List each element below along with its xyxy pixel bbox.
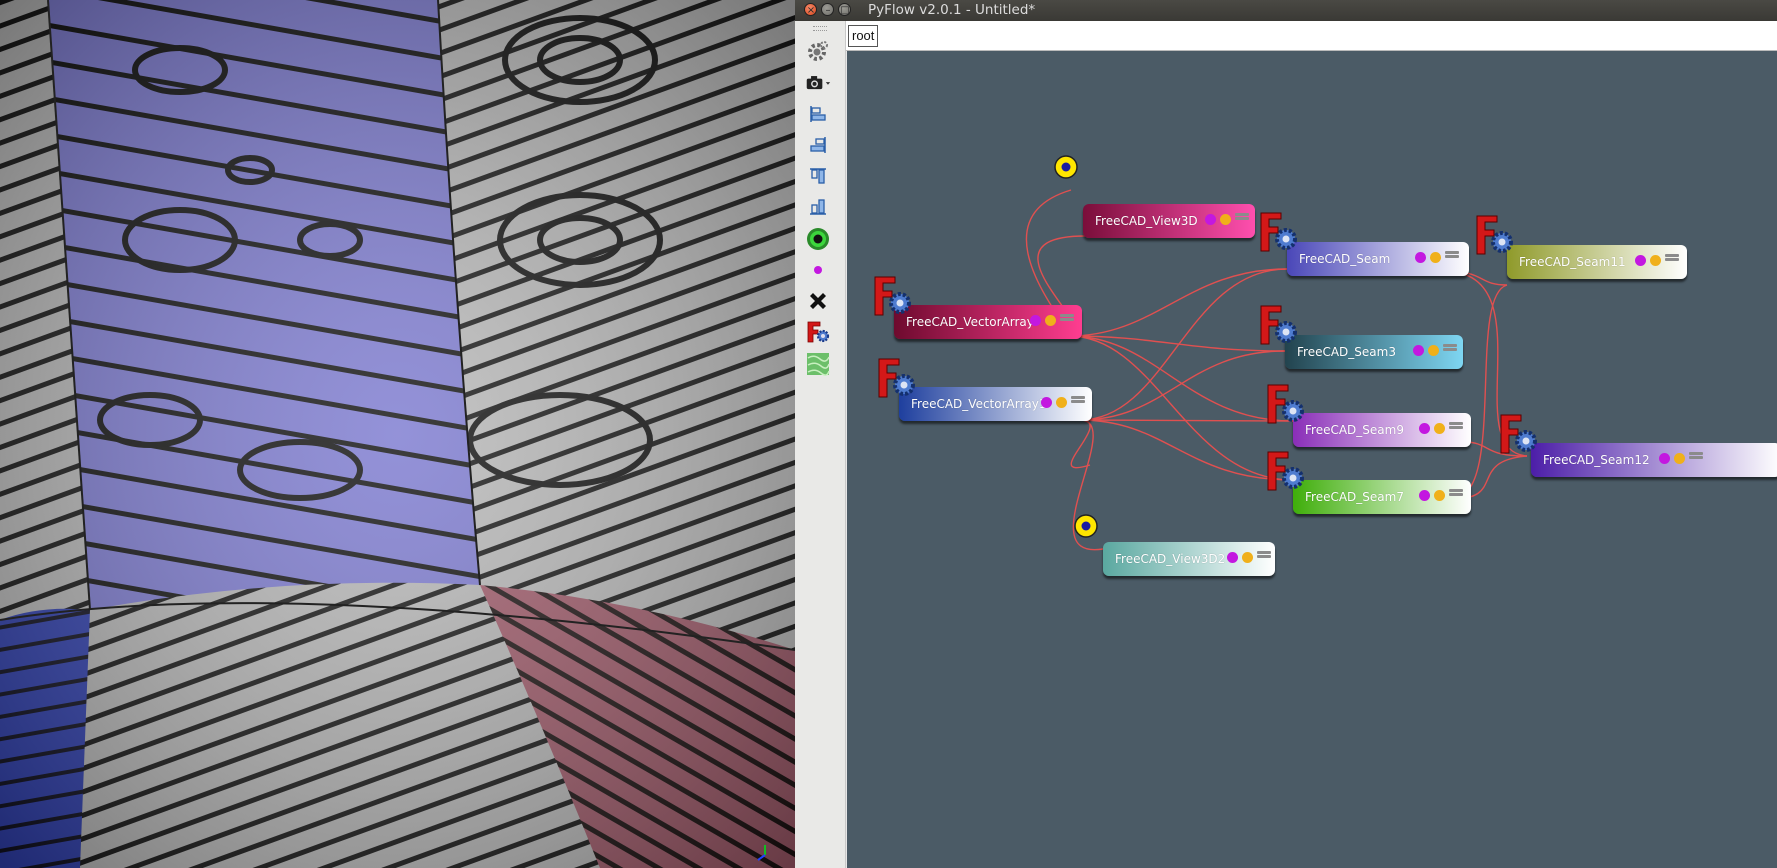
maximize-button[interactable]: □ [838,3,851,16]
node-pins [1205,211,1253,227]
pin-yellow-icon[interactable] [1650,255,1661,266]
pin-yellow-icon[interactable] [1434,423,1445,434]
node-freecad-view3d[interactable]: FreeCAD_View3D [1083,204,1255,238]
pin-purple-icon[interactable] [1413,345,1424,356]
node-pins [1227,549,1275,565]
pin-yellow-icon[interactable] [1428,345,1439,356]
purple-dot-icon[interactable] [805,257,831,283]
green-eye-icon[interactable] [805,226,831,252]
reroute-point[interactable] [1074,514,1098,538]
pin-stack-icon [1443,344,1457,355]
pin-stack-icon [1060,314,1074,325]
node-pins [1419,487,1467,503]
node-title: FreeCAD_View3D2 [1115,552,1226,566]
close-button[interactable]: × [804,3,817,16]
node-pins [1413,342,1461,358]
window-title: PyFlow v2.0.1 - Untitled* [868,2,1036,18]
node-pins [1415,249,1463,265]
pin-stack-icon [1257,551,1271,562]
pin-yellow-icon[interactable] [1430,252,1441,263]
node-title: FreeCAD_Seam3 [1297,345,1396,359]
node-title: FreeCAD_VectorArray [906,315,1034,329]
maximize-icon: □ [840,5,850,16]
node-freecad-vectorarray1[interactable]: FreeCAD_VectorArray1 [899,387,1092,421]
toolbar-grip[interactable] [813,26,827,31]
pin-purple-icon[interactable] [1030,315,1041,326]
pin-purple-icon[interactable] [1419,490,1430,501]
node-freecad-seam11[interactable]: FreeCAD_Seam11 [1507,245,1687,279]
reroute-point[interactable] [1054,155,1078,179]
node-title: FreeCAD_Seam12 [1543,453,1650,467]
pin-stack-icon [1449,422,1463,433]
pin-purple-icon[interactable] [1419,423,1430,434]
node-freecad-seam9[interactable]: FreeCAD_Seam9 [1293,413,1471,447]
window-titlebar: × – □ PyFlow v2.0.1 - Untitled* [795,0,1777,21]
black-cross-icon[interactable] [805,288,831,314]
pin-stack-icon [1665,254,1679,265]
pyflow-window: × – □ PyFlow v2.0.1 - Untitled* root Fre… [795,0,1777,868]
minimize-button[interactable]: – [821,3,834,16]
node-pins [1419,420,1467,436]
align-top-icon[interactable] [805,163,831,189]
node-title: FreeCAD_Seam11 [1519,255,1626,269]
node-graph-canvas[interactable]: FreeCAD_View3D FreeCAD_Seam FreeCAD_Seam… [847,51,1777,868]
node-pins [1659,450,1707,466]
freecad-node-icon [1266,450,1310,494]
pin-purple-icon[interactable] [1635,255,1646,266]
pin-purple-icon[interactable] [1205,214,1216,225]
freecad-node-icon [1499,413,1543,457]
close-icon: × [806,5,816,16]
align-left-icon[interactable] [805,101,831,127]
node-pins [1635,252,1683,268]
pin-stack-icon [1689,452,1703,463]
breadcrumb: root [846,21,1777,51]
pin-purple-icon[interactable] [1415,252,1426,263]
freecad-node-icon [1259,211,1303,255]
minimize-icon: – [825,5,831,16]
pin-stack-icon [1235,213,1249,224]
node-title: FreeCAD_Seam9 [1305,423,1404,437]
node-title: FreeCAD_VectorArray1 [911,397,1047,411]
node-title: FreeCAD_Seam7 [1305,490,1404,504]
pin-purple-icon[interactable] [1041,397,1052,408]
node-title: FreeCAD_Seam [1299,252,1391,266]
align-bottom-icon[interactable] [805,194,831,220]
pin-purple-icon[interactable] [1227,552,1238,563]
pin-yellow-icon[interactable] [1242,552,1253,563]
node-pins [1041,394,1089,410]
pin-yellow-icon[interactable] [1434,490,1445,501]
settings-gear-icon[interactable] [805,38,831,64]
freecad-3d-viewport[interactable] [0,0,795,868]
pin-yellow-icon[interactable] [1045,315,1056,326]
align-right-icon[interactable] [805,132,831,158]
node-freecad-seam[interactable]: FreeCAD_Seam [1287,242,1469,276]
node-title: FreeCAD_View3D [1095,214,1198,228]
node-freecad-seam3[interactable]: FreeCAD_Seam3 [1285,335,1463,369]
pin-yellow-icon[interactable] [1220,214,1231,225]
pin-stack-icon [1449,489,1463,500]
node-freecad-vectorarray[interactable]: FreeCAD_VectorArray [894,305,1082,339]
camera-icon[interactable] [805,70,831,96]
pin-yellow-icon[interactable] [1674,453,1685,464]
texture-map-icon[interactable] [805,351,831,377]
freecad-f-icon[interactable] [805,319,831,345]
freecad-node-icon [1266,383,1310,427]
pin-purple-icon[interactable] [1659,453,1670,464]
node-freecad-seam7[interactable]: FreeCAD_Seam7 [1293,480,1471,514]
zebra-surface-render [0,0,795,868]
freecad-node-icon [1259,304,1303,348]
freecad-node-icon [1475,214,1519,258]
pin-yellow-icon[interactable] [1056,397,1067,408]
freecad-node-icon [873,275,917,319]
pin-stack-icon [1071,396,1085,407]
pin-stack-icon [1445,251,1459,262]
node-pins [1030,312,1078,328]
tool-sidebar [795,21,846,868]
node-freecad-seam12[interactable]: FreeCAD_Seam12 [1531,443,1777,477]
node-freecad-view3d2[interactable]: FreeCAD_View3D2 [1103,542,1275,576]
breadcrumb-root-button[interactable]: root [848,25,879,47]
freecad-node-icon [877,357,921,401]
